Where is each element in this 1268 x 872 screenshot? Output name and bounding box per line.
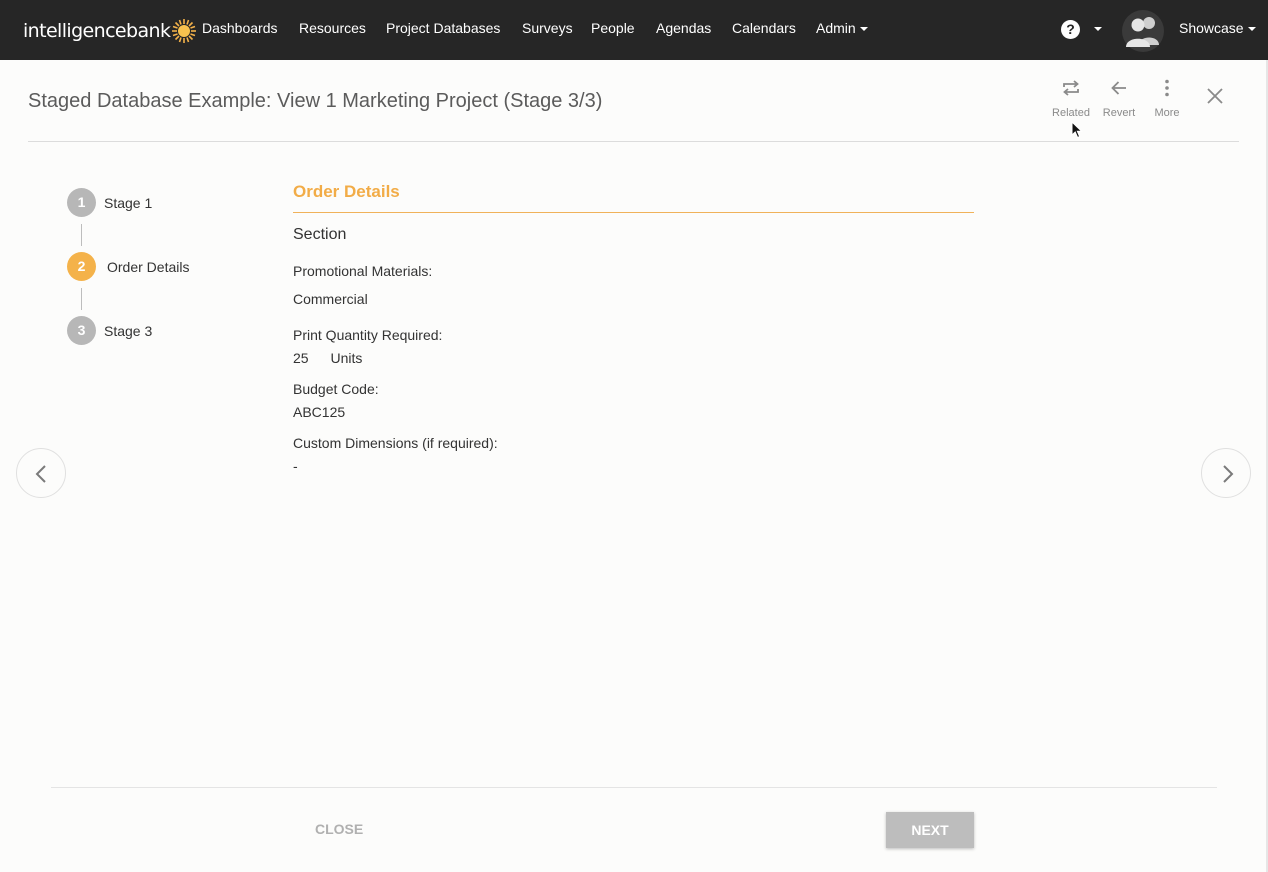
step-number: 1 <box>67 188 96 217</box>
revert-button[interactable]: Revert <box>1094 78 1144 119</box>
step-connector <box>81 224 82 246</box>
more-button[interactable]: More <box>1142 78 1192 119</box>
user-name: Showcase <box>1179 20 1244 36</box>
step-label: Stage 1 <box>104 194 153 211</box>
related-button[interactable]: Related <box>1046 78 1096 119</box>
field-label-promotional-materials: Promotional Materials: <box>293 263 433 279</box>
step-stage-1[interactable]: 1 Stage 1 <box>67 188 152 217</box>
nav-dashboards[interactable]: Dashboards <box>202 20 278 36</box>
heading-underline <box>293 212 974 213</box>
user-menu[interactable]: Showcase <box>1179 20 1256 36</box>
arrow-left-icon <box>1111 81 1126 95</box>
repeat-icon <box>1063 80 1079 96</box>
step-label: Stage 3 <box>104 322 153 339</box>
close-button[interactable]: CLOSE <box>315 821 363 837</box>
more-vertical-icon <box>1165 79 1169 97</box>
logo-text: intelligencebank <box>23 20 171 42</box>
nav-people[interactable]: People <box>591 20 635 36</box>
previous-record-button[interactable] <box>16 448 66 498</box>
step-label: Order Details <box>107 258 190 275</box>
sun-logo-icon <box>172 19 197 43</box>
field-label-budget-code: Budget Code: <box>293 381 379 397</box>
footer-divider <box>51 787 1217 788</box>
help-caret-down-icon[interactable] <box>1094 27 1102 31</box>
page-title: Staged Database Example: View 1 Marketin… <box>28 90 603 112</box>
related-label: Related <box>1052 107 1090 119</box>
step-order-details[interactable]: 2 Order Details <box>67 252 189 281</box>
mouse-cursor-icon <box>1071 121 1083 139</box>
quantity-value: 25 <box>293 350 309 366</box>
revert-label: Revert <box>1102 107 1136 119</box>
field-value-budget-code: ABC125 <box>293 404 346 420</box>
avatar-icon[interactable] <box>1120 10 1166 52</box>
field-value-promotional-materials: Commercial <box>293 291 368 307</box>
field-value-print-quantity: 25 Units <box>293 350 362 366</box>
top-navbar: intelligencebank Dashboards Resources Pr… <box>0 0 1268 60</box>
step-connector <box>81 288 82 310</box>
step-number: 3 <box>67 316 96 345</box>
nav-project-databases[interactable]: Project Databases <box>386 20 500 36</box>
next-record-button[interactable] <box>1201 448 1251 498</box>
next-button[interactable]: NEXT <box>886 812 974 848</box>
chevron-left-icon <box>35 465 46 483</box>
brand-logo[interactable]: intelligencebank <box>23 18 197 44</box>
user-caret-down-icon <box>1247 27 1256 32</box>
caret-down-icon <box>859 27 868 32</box>
header-divider <box>28 141 1239 142</box>
more-label: More <box>1154 107 1180 119</box>
field-label-print-quantity: Print Quantity Required: <box>293 327 443 343</box>
nav-admin-dropdown[interactable]: Admin <box>816 20 868 36</box>
nav-resources[interactable]: Resources <box>299 20 366 36</box>
field-value-custom-dimensions: - <box>293 458 298 474</box>
quantity-unit: Units <box>330 350 363 366</box>
nav-admin-label: Admin <box>816 20 856 36</box>
stage-heading: Order Details <box>293 182 400 201</box>
nav-calendars[interactable]: Calendars <box>732 20 796 36</box>
nav-surveys[interactable]: Surveys <box>522 20 573 36</box>
nav-agendas[interactable]: Agendas <box>656 20 711 36</box>
section-title: Section <box>293 226 347 243</box>
step-stage-3[interactable]: 3 Stage 3 <box>67 316 152 345</box>
close-icon[interactable] <box>1205 86 1225 106</box>
chevron-right-icon <box>1223 465 1234 483</box>
field-label-custom-dimensions: Custom Dimensions (if required): <box>293 435 498 451</box>
step-number: 2 <box>67 252 96 281</box>
help-icon[interactable]: ? <box>1061 20 1080 39</box>
